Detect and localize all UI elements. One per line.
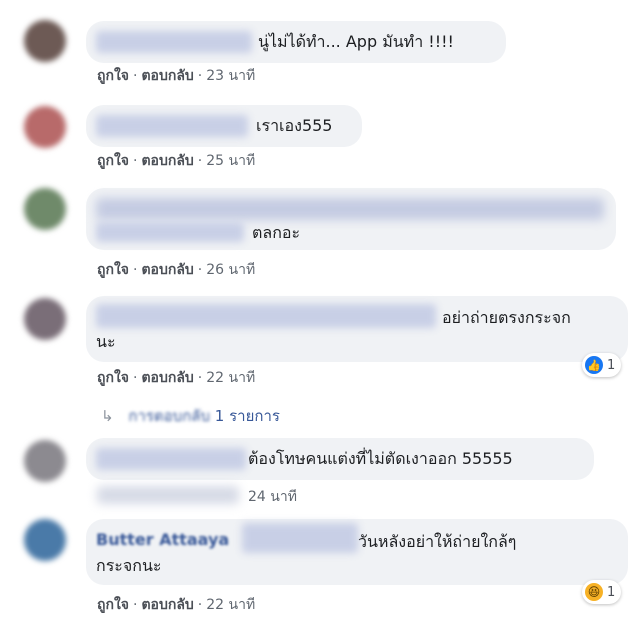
commenter-name-blurred[interactable] [96, 304, 436, 328]
like-icon: 👍 [585, 356, 603, 374]
reaction-badge[interactable]: 👍 1 [582, 353, 622, 377]
avatar[interactable] [24, 188, 66, 230]
reply-link[interactable]: ตอบกลับ [141, 262, 193, 278]
comment-actions: ถูกใจ · ตอบกลับ · 22 นาที [97, 597, 256, 613]
like-link[interactable]: ถูกใจ [97, 262, 129, 278]
comment-text-line2: กระจกนะ [96, 556, 162, 575]
comment-actions: ถูกใจ · ตอบกลับ · 23 นาที [97, 68, 256, 84]
reaction-badge[interactable]: 😆 1 [582, 580, 622, 604]
commenter-name[interactable]: Butter Attaaya [96, 529, 229, 551]
reply-link[interactable]: ตอบกลับ [141, 68, 193, 84]
comment-time[interactable]: 23 นาที [206, 68, 255, 84]
reaction-count: 1 [607, 357, 616, 373]
avatar[interactable] [24, 519, 66, 561]
comment-actions: ถูกใจ · ตอบกลับ · 26 นาที [97, 262, 256, 278]
commenter-name-blurred[interactable] [242, 523, 358, 553]
haha-icon: 😆 [585, 583, 603, 601]
comment-time[interactable]: 24 นาที [248, 489, 297, 505]
reply-link[interactable]: ตอบกลับ [141, 370, 193, 386]
commenter-name-blurred[interactable] [96, 31, 252, 53]
view-replies-link[interactable]: ↳ การตอบกลับ 1 รายการ [101, 404, 280, 428]
commenter-name-blurred[interactable] [96, 448, 246, 470]
comment-bubble: ต้องโทษคนแต่งที่ไม่ตัดเงาออก 55555 [86, 438, 594, 480]
reply-link[interactable]: ตอบกลับ [141, 153, 193, 169]
commenter-name-blurred[interactable] [96, 222, 244, 242]
comment-actions: ถูกใจ · ตอบกลับ · 25 นาที [97, 153, 256, 169]
avatar[interactable] [24, 106, 66, 148]
like-link[interactable]: ถูกใจ [97, 153, 129, 169]
comment-actions: 24 นาที [248, 486, 297, 508]
comment-text: ต้องโทษคนแต่งที่ไม่ตัดเงาออก 55555 [248, 449, 513, 468]
comment-text: นู่ไม่ได้ทำ... App มันทำ !!!! [258, 32, 454, 51]
like-link[interactable]: ถูกใจ [97, 68, 129, 84]
comment-text-line2: นะ [96, 332, 116, 351]
comment-text-line1: วันหลังอย่าให้ถ่ายใกล้ๆ [358, 532, 517, 551]
avatar[interactable] [24, 298, 66, 340]
reaction-count: 1 [607, 584, 616, 600]
comment-time[interactable]: 25 นาที [206, 153, 255, 169]
reply-arrow-icon: ↳ [101, 407, 114, 425]
comment-text-blurred [96, 198, 604, 220]
like-link[interactable]: ถูกใจ [97, 370, 129, 386]
avatar[interactable] [24, 440, 66, 482]
comment-text: ตลกอะ [252, 223, 301, 242]
reply-link[interactable]: ตอบกลับ [141, 597, 193, 613]
comment-bubble: Butter Attaaya วันหลังอย่าให้ถ่ายใกล้ๆ ก… [86, 519, 628, 585]
comment-bubble: นู่ไม่ได้ทำ... App มันทำ !!!! [86, 21, 506, 63]
commenter-name-blurred[interactable] [96, 115, 248, 137]
comment-time[interactable]: 26 นาที [206, 262, 255, 278]
comment-time[interactable]: 22 นาที [206, 370, 255, 386]
like-link[interactable]: ถูกใจ [97, 597, 129, 613]
comment-time[interactable]: 22 นาที [206, 597, 255, 613]
comment-bubble: ตลกอะ [86, 188, 616, 250]
avatar[interactable] [24, 20, 66, 62]
comment-actions-blurred [97, 486, 239, 504]
comment-bubble: เราเอง555 [86, 105, 362, 147]
comment-text-line1: อย่าถ่ายตรงกระจก [442, 308, 571, 327]
comment-bubble: อย่าถ่ายตรงกระจก นะ [86, 296, 628, 362]
comment-text: เราเอง555 [256, 116, 333, 135]
comment-actions: ถูกใจ · ตอบกลับ · 22 นาที [97, 370, 256, 386]
